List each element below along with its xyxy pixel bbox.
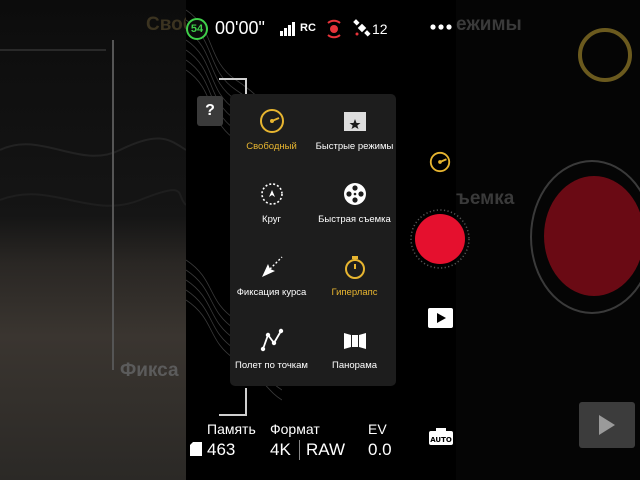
mode-free[interactable]: Свободный bbox=[230, 94, 313, 167]
memory-label: Память bbox=[207, 421, 256, 437]
auto-label: AUTO bbox=[430, 436, 452, 444]
satellite-icon bbox=[353, 19, 371, 37]
format-resolution[interactable]: 4K bbox=[270, 440, 291, 460]
more-options-icon[interactable] bbox=[430, 24, 452, 30]
battery-indicator[interactable]: 54 bbox=[186, 18, 208, 40]
auto-exposure-button[interactable]: AUTO bbox=[428, 428, 454, 446]
course-lock-icon bbox=[261, 256, 282, 277]
mode-label: Гиперлапс bbox=[331, 287, 378, 298]
ghost-shutter bbox=[544, 176, 640, 296]
mode-quick-shot[interactable]: Быстрая съемка bbox=[313, 167, 396, 240]
mode-circle[interactable]: Круг bbox=[230, 167, 313, 240]
mode-course-lock[interactable]: Фиксация курса bbox=[230, 240, 313, 313]
memory-value: 463 bbox=[207, 440, 236, 459]
ghost-mode-text: Фикса bbox=[120, 360, 179, 381]
mode-label: Фиксация курса bbox=[236, 287, 307, 298]
ghost-mode-icon bbox=[578, 28, 632, 82]
clapperboard-star-icon bbox=[343, 112, 366, 131]
format-divider bbox=[299, 440, 300, 460]
rc-signal-icon bbox=[280, 22, 295, 36]
format-type[interactable]: RAW bbox=[306, 440, 345, 460]
satellite-count: 12 bbox=[372, 21, 388, 37]
mode-quickshots[interactable]: Быстрые режимы bbox=[313, 94, 396, 167]
mode-label: Полет по точкам bbox=[235, 360, 308, 371]
flight-mode-panel: Свободный Быстрые режимы Круг Быстрая съ… bbox=[230, 94, 396, 386]
panorama-icon bbox=[343, 333, 366, 349]
recording-timer: 00'00" bbox=[215, 18, 265, 38]
circle-orbit-icon bbox=[260, 183, 283, 205]
sd-card-icon bbox=[190, 442, 202, 456]
free-mode-icon bbox=[259, 109, 284, 133]
mode-label: Круг bbox=[262, 214, 281, 225]
mode-label: Свободный bbox=[246, 141, 297, 152]
format-label: Формат bbox=[270, 421, 320, 437]
rc-label: RC bbox=[300, 22, 316, 34]
stopwatch-icon bbox=[344, 256, 365, 279]
mode-label: Быстрые режимы bbox=[315, 141, 394, 152]
ghost-playback-icon bbox=[579, 402, 635, 448]
mode-panorama[interactable]: Панорама bbox=[313, 313, 396, 386]
image-transmission-icon[interactable] bbox=[325, 19, 343, 39]
mode-label: Панорама bbox=[331, 360, 378, 371]
flight-mode-button[interactable] bbox=[428, 150, 452, 174]
film-reel-icon bbox=[343, 183, 366, 205]
frame-corner-bottom bbox=[219, 388, 247, 416]
terrain-texture bbox=[0, 40, 186, 370]
blurred-background-left: Своб Фикса bbox=[0, 0, 186, 480]
waypoints-icon bbox=[260, 328, 283, 352]
ev-label: EV bbox=[368, 421, 387, 437]
ghost-title-text: ежимы bbox=[456, 14, 522, 35]
mode-hyperlapse[interactable]: Гиперлапс bbox=[313, 240, 396, 313]
ghost-title-text: Своб bbox=[146, 14, 186, 35]
mode-waypoints[interactable]: Полет по точкам bbox=[230, 313, 313, 386]
playback-button[interactable] bbox=[428, 308, 453, 328]
mode-label: Быстрая съемка bbox=[318, 214, 391, 225]
help-button[interactable]: ? bbox=[197, 96, 223, 126]
shutter-button[interactable] bbox=[409, 208, 471, 270]
ev-value[interactable]: 0.0 bbox=[368, 440, 392, 460]
ghost-mode-text: ъемка bbox=[456, 188, 515, 209]
